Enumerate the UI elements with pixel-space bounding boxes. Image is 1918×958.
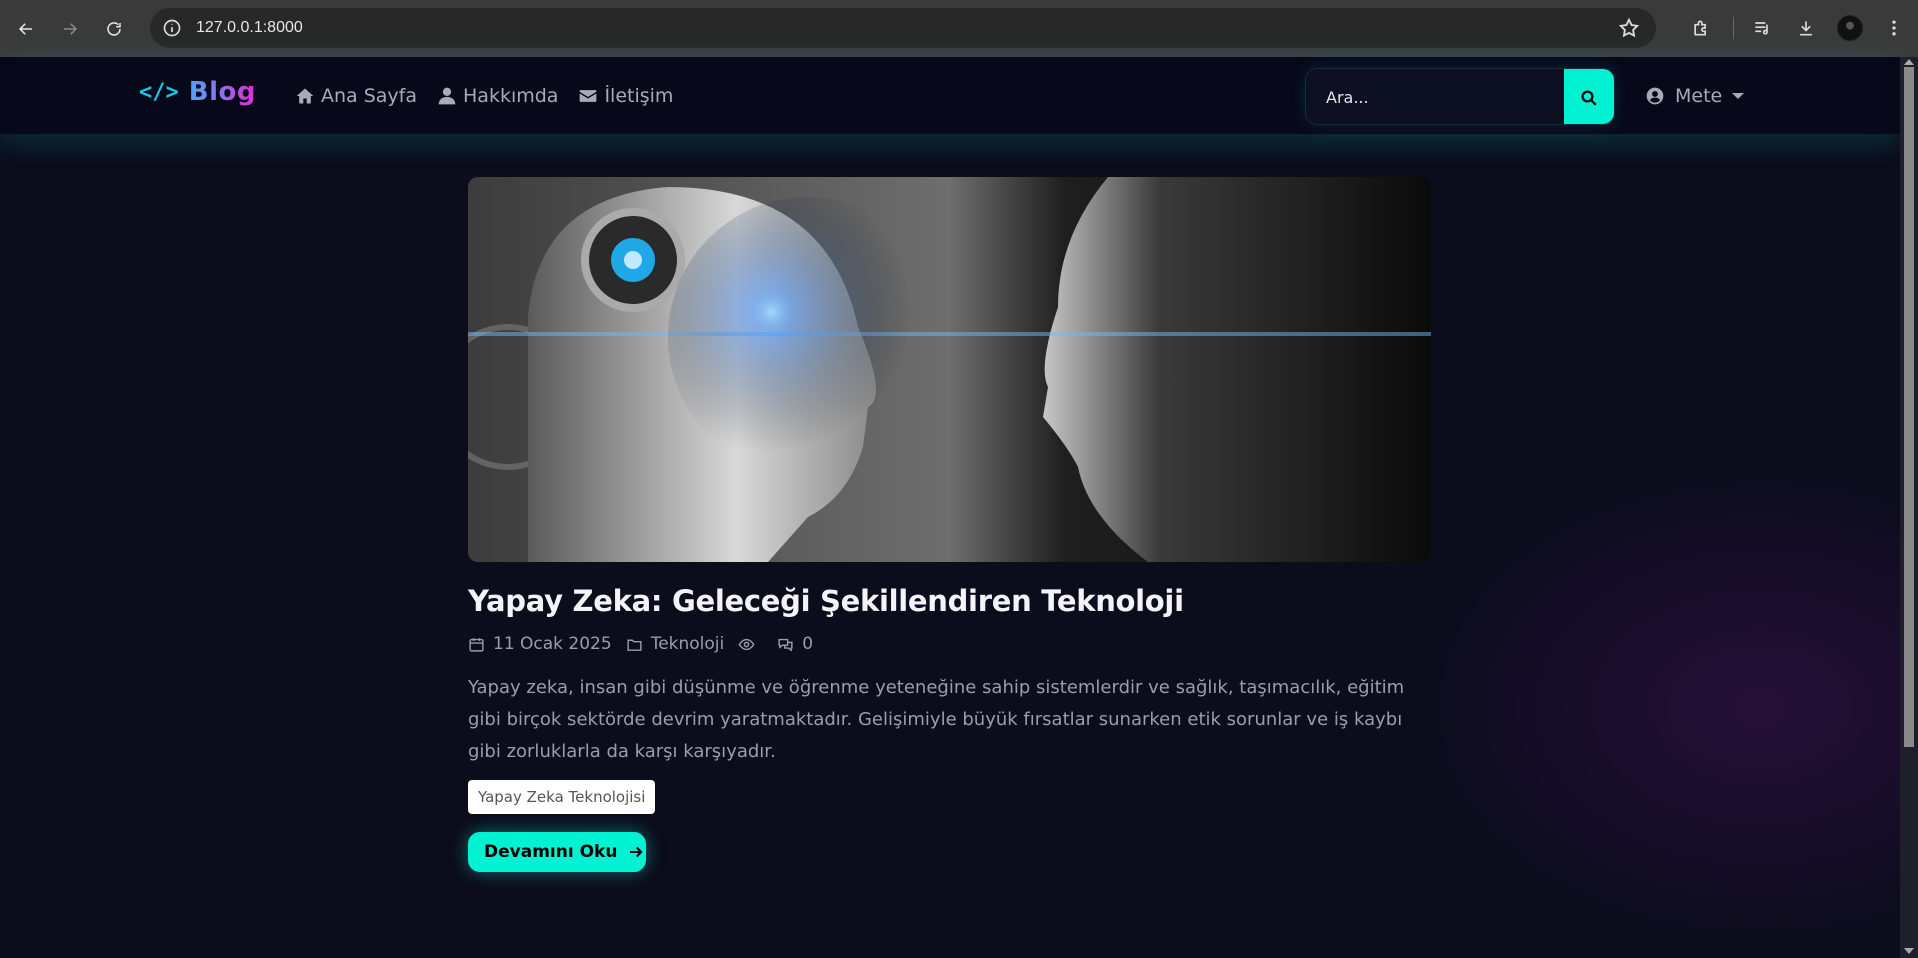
caret-down-icon — [1732, 93, 1745, 99]
playlist-icon — [1755, 22, 1768, 35]
date-text: 11 Ocak 2025 — [493, 634, 612, 654]
nav-link-contact[interactable]: İletişim — [578, 85, 673, 107]
kebab-menu-icon — [1892, 20, 1896, 36]
arrow-right-icon — [630, 846, 644, 858]
download-icon — [1800, 21, 1812, 36]
downloads-button[interactable] — [1786, 8, 1826, 48]
browser-toolbar: 127.0.0.1:8000 — [0, 0, 1918, 57]
eye-icon — [738, 638, 755, 650]
puzzle-icon — [1694, 20, 1706, 36]
profile-button[interactable] — [1830, 8, 1870, 48]
search-button[interactable] — [1564, 69, 1614, 124]
article-excerpt: Yapay zeka, insan gibi düşünme ve öğrenm… — [468, 677, 1405, 762]
user-circle-icon — [1646, 87, 1664, 105]
back-button[interactable] — [8, 11, 44, 47]
brand-name: Blog — [188, 77, 256, 107]
article-image[interactable] — [468, 177, 1431, 562]
page: </> Blog Ana Sayfa Hakkımda İletişim Ara… — [0, 57, 1900, 958]
scroll-up-arrow[interactable] — [1904, 59, 1914, 65]
user-name: Mete — [1675, 85, 1723, 107]
nav-link-label: Ana Sayfa — [321, 85, 418, 107]
comments-count: 0 — [802, 634, 814, 654]
search-form — [1305, 68, 1615, 125]
url-text[interactable]: 127.0.0.1:8000 — [196, 19, 303, 37]
media-control-button[interactable] — [1742, 8, 1782, 48]
nav-link-label: Hakkımda — [463, 85, 559, 107]
article-card: Yapay Zeka: Geleceği Şekillendiren Tekno… — [468, 177, 1431, 872]
profile-avatar — [1837, 15, 1863, 41]
address-bar[interactable]: 127.0.0.1:8000 — [150, 8, 1656, 48]
menu-button[interactable] — [1874, 8, 1914, 48]
article-tag[interactable]: Yapay Zeka Teknolojisi — [468, 780, 656, 814]
scrollbar-thumb[interactable] — [1904, 67, 1914, 747]
nav-links: Ana Sayfa Hakkımda İletişim — [295, 85, 693, 107]
site-navbar: </> Blog Ana Sayfa Hakkımda İletişim Ara… — [0, 57, 1900, 135]
search-input[interactable] — [1306, 69, 1566, 124]
category-text: Teknoloji — [650, 634, 725, 654]
page-scrollbar[interactable] — [1900, 57, 1918, 958]
toolbar-divider — [1733, 17, 1734, 39]
read-more-button[interactable]: Devamını Oku — [468, 832, 646, 872]
code-icon: </> — [139, 79, 179, 105]
calendar-icon — [469, 637, 484, 652]
brand-logo[interactable]: </> Blog — [139, 77, 256, 107]
article-title[interactable]: Yapay Zeka: Geleceği Şekillendiren Tekno… — [468, 584, 1431, 618]
search-icon — [1581, 90, 1597, 106]
envelope-icon — [580, 90, 597, 102]
browser-actions — [1681, 8, 1918, 48]
article-views — [738, 636, 763, 653]
read-more-label: Devamını Oku — [484, 842, 618, 862]
extensions-button[interactable] — [1681, 8, 1721, 48]
nav-link-home[interactable]: Ana Sayfa — [295, 85, 417, 107]
star-icon[interactable] — [1618, 17, 1640, 39]
folder-icon — [627, 639, 642, 651]
article-meta: 11 Ocak 2025 Teknoloji 0 — [468, 634, 1431, 654]
reload-icon — [107, 21, 121, 36]
user-icon — [438, 87, 456, 105]
forward-button[interactable] — [52, 11, 88, 47]
article-date: 11 Ocak 2025 — [468, 634, 612, 654]
article-category[interactable]: Teknoloji — [626, 634, 725, 654]
nav-link-about[interactable]: Hakkımda — [437, 85, 558, 107]
arrow-left-icon — [18, 22, 32, 35]
home-icon — [296, 88, 314, 104]
article-comments: 0 — [777, 634, 813, 654]
comments-icon — [778, 638, 793, 652]
arrow-right-icon — [64, 22, 78, 35]
nav-link-label: İletişim — [604, 85, 674, 107]
scroll-down-arrow[interactable] — [1904, 948, 1914, 954]
robot-human-illustration — [468, 177, 1431, 562]
reload-button[interactable] — [96, 11, 132, 47]
info-icon[interactable] — [162, 18, 182, 38]
user-dropdown[interactable]: Mete — [1645, 85, 1745, 107]
